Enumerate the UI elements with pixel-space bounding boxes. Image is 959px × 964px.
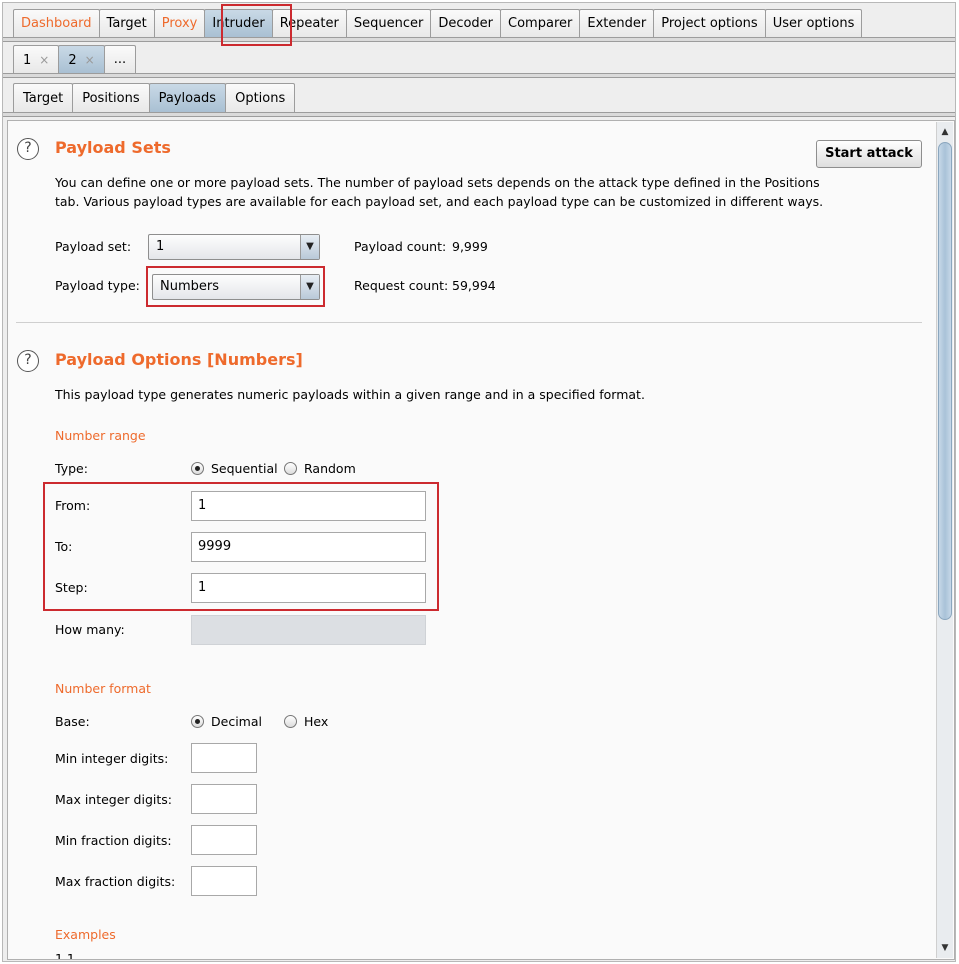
tab-target[interactable]: Target	[98, 9, 155, 37]
main-tab-bar: Dashboard Target Proxy Intruder Repeater…	[13, 9, 863, 39]
random-radio[interactable]	[284, 462, 297, 475]
payload-sets-description-2: tab. Various payload types are available…	[55, 194, 824, 209]
payload-type-select[interactable]: Numbers ▼	[152, 274, 320, 300]
instance-tab-2[interactable]: 2 ×	[58, 45, 105, 73]
min-fraction-digits-label: Min fraction digits:	[55, 833, 172, 848]
hex-radio[interactable]	[284, 715, 297, 728]
close-icon[interactable]: ×	[85, 53, 95, 67]
payload-type-label: Payload type:	[55, 278, 140, 293]
instance-tab-bar: 1 × 2 × ...	[13, 45, 137, 73]
payload-sets-title: Payload Sets	[55, 138, 171, 157]
tab-positions[interactable]: Positions	[72, 83, 150, 112]
min-integer-digits-field[interactable]	[191, 743, 257, 773]
base-label: Base:	[55, 714, 90, 729]
max-fraction-digits-field[interactable]	[191, 866, 257, 896]
from-field[interactable]: 1	[191, 491, 426, 521]
hex-label: Hex	[304, 714, 329, 729]
payload-set-value: 1	[156, 239, 165, 254]
tab-decoder[interactable]: Decoder	[430, 9, 502, 37]
decimal-label: Decimal	[211, 714, 262, 729]
payload-sets-description-1: You can define one or more payload sets.…	[55, 175, 820, 190]
instance-tab-divider	[3, 73, 955, 78]
min-integer-digits-label: Min integer digits:	[55, 751, 169, 766]
sub-tab-bar: Target Positions Payloads Options	[13, 83, 296, 112]
scroll-down-icon[interactable]: ▼	[937, 940, 953, 956]
help-icon[interactable]: ?	[17, 138, 39, 160]
sequential-label: Sequential	[211, 461, 278, 476]
tab-options[interactable]: Options	[225, 83, 296, 112]
tab-comparer[interactable]: Comparer	[500, 9, 581, 37]
payload-type-value: Numbers	[160, 279, 219, 294]
sequential-radio[interactable]	[191, 462, 204, 475]
vertical-scrollbar[interactable]: ▲ ▼	[936, 122, 953, 958]
step-field[interactable]: 1	[191, 573, 426, 603]
payload-set-select[interactable]: 1 ▼	[148, 234, 320, 260]
max-integer-digits-field[interactable]	[191, 784, 257, 814]
dropdown-arrow-icon[interactable]: ▼	[300, 235, 319, 259]
help-icon[interactable]: ?	[17, 350, 39, 372]
step-label: Step:	[55, 580, 88, 595]
payload-set-label: Payload set:	[55, 239, 132, 254]
to-label: To:	[55, 539, 73, 554]
example-value: 1.1	[55, 951, 75, 960]
to-field[interactable]: 9999	[191, 532, 426, 562]
request-count-value: 59,994	[452, 278, 496, 293]
start-attack-button[interactable]: Start attack	[816, 140, 922, 168]
scroll-up-icon[interactable]: ▲	[937, 124, 953, 140]
main-tab-divider	[3, 37, 955, 42]
tab-user-options[interactable]: User options	[764, 9, 863, 37]
tab-sequencer[interactable]: Sequencer	[345, 9, 432, 37]
instance-tab-label: 1	[23, 53, 32, 68]
number-format-heading: Number format	[55, 681, 151, 696]
tab-target-sub[interactable]: Target	[13, 83, 74, 112]
examples-heading: Examples	[55, 927, 116, 942]
scrollbar-thumb[interactable]	[938, 142, 952, 620]
from-label: From:	[55, 498, 91, 513]
payload-options-description: This payload type generates numeric payl…	[55, 387, 645, 402]
how-many-label: How many:	[55, 622, 125, 637]
how-many-field	[191, 615, 426, 645]
tab-proxy[interactable]: Proxy	[153, 9, 206, 37]
close-icon[interactable]: ×	[39, 53, 49, 67]
number-range-heading: Number range	[55, 428, 146, 443]
tab-repeater[interactable]: Repeater	[271, 9, 347, 37]
tab-payloads[interactable]: Payloads	[148, 83, 227, 112]
payloads-panel: ? Payload Sets Start attack You can defi…	[7, 120, 955, 960]
min-fraction-digits-field[interactable]	[191, 825, 257, 855]
payload-options-title: Payload Options [Numbers]	[55, 350, 303, 369]
type-label: Type:	[55, 461, 88, 476]
max-integer-digits-label: Max integer digits:	[55, 792, 172, 807]
random-label: Random	[304, 461, 356, 476]
sub-tab-divider	[3, 112, 955, 117]
tab-dashboard[interactable]: Dashboard	[13, 9, 100, 37]
decimal-radio[interactable]	[191, 715, 204, 728]
tab-extender[interactable]: Extender	[579, 9, 655, 37]
instance-tab-1[interactable]: 1 ×	[13, 45, 60, 73]
new-instance-tab[interactable]: ...	[103, 45, 137, 73]
tab-project-options[interactable]: Project options	[653, 9, 766, 37]
instance-tab-label: 2	[68, 53, 77, 68]
section-divider	[16, 322, 922, 323]
payload-count-value: 9,999	[452, 239, 488, 254]
tab-intruder[interactable]: Intruder	[204, 9, 273, 37]
dropdown-arrow-icon[interactable]: ▼	[300, 275, 319, 299]
request-count-label: Request count:	[354, 278, 449, 293]
max-fraction-digits-label: Max fraction digits:	[55, 874, 176, 889]
payload-count-label: Payload count:	[354, 239, 447, 254]
